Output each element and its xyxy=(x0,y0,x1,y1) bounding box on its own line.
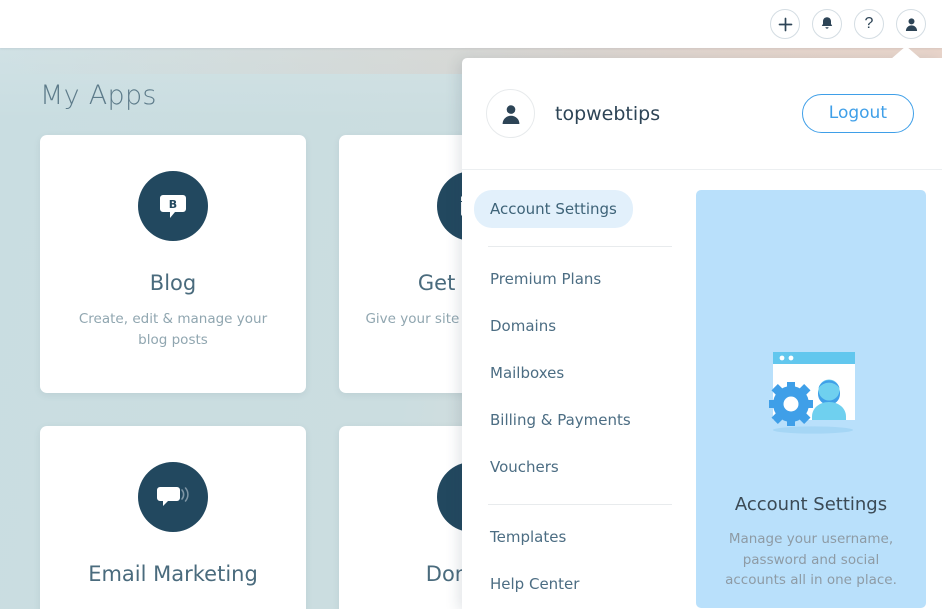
menu-group-secondary: Templates Help Center Updates & Releases xyxy=(474,518,686,609)
top-bar-actions: ? xyxy=(770,0,926,48)
promo-description: Manage your username, password and socia… xyxy=(725,531,897,588)
menu-group-primary: Premium Plans Domains Mailboxes Billing … xyxy=(474,260,686,486)
menu-active-wrap: Account Settings xyxy=(474,190,686,228)
settings-gear-user-illustration xyxy=(751,342,871,452)
logout-button[interactable]: Logout xyxy=(801,94,914,133)
notifications-bell-icon[interactable] xyxy=(812,9,842,39)
menu-divider-2 xyxy=(488,504,672,505)
menu-item-mailboxes[interactable]: Mailboxes xyxy=(474,354,686,392)
account-avatar-icon[interactable] xyxy=(896,9,926,39)
help-glyph: ? xyxy=(864,15,874,32)
app-card-title: Email Marketing xyxy=(88,562,258,586)
panel-menu-column: Account Settings Premium Plans Domains M… xyxy=(462,190,686,608)
menu-item-help-center[interactable]: Help Center xyxy=(474,565,686,603)
app-card-blog[interactable]: B Blog Create, edit & manage your blog p… xyxy=(40,135,306,393)
promo-panel: Account Settings Manage your username, p… xyxy=(696,190,926,608)
panel-header: topwebtips Logout xyxy=(462,58,942,170)
app-card-description: Create, edit & manage your blog posts xyxy=(78,311,268,348)
menu-item-account-settings[interactable]: Account Settings xyxy=(474,190,633,228)
account-dropdown-panel: topwebtips Logout Account Settings Premi… xyxy=(462,58,942,609)
user-avatar-icon xyxy=(486,89,535,138)
dropdown-notch xyxy=(891,46,921,59)
app-card-title: Blog xyxy=(149,271,197,295)
chat-bubble-icon xyxy=(138,462,208,532)
panel-body: Account Settings Premium Plans Domains M… xyxy=(462,170,942,608)
promo-title: Account Settings xyxy=(734,494,888,516)
menu-item-premium-plans[interactable]: Premium Plans xyxy=(474,260,686,298)
help-icon[interactable]: ? xyxy=(854,9,884,39)
menu-item-billing-payments[interactable]: Billing & Payments xyxy=(474,401,686,439)
menu-divider-1 xyxy=(488,246,672,247)
blog-bubble-icon: B xyxy=(138,171,208,241)
menu-item-domains[interactable]: Domains xyxy=(474,307,686,345)
panel-username: topwebtips xyxy=(555,102,661,125)
app-card-email-marketing[interactable]: Email Marketing xyxy=(40,426,306,609)
top-bar: ? xyxy=(0,0,942,48)
app-root: My Apps B Blog Create, edit & manage you… xyxy=(0,0,942,609)
menu-item-vouchers[interactable]: Vouchers xyxy=(474,448,686,486)
menu-item-templates[interactable]: Templates xyxy=(474,518,686,556)
add-icon[interactable] xyxy=(770,9,800,39)
svg-text:B: B xyxy=(169,198,177,211)
